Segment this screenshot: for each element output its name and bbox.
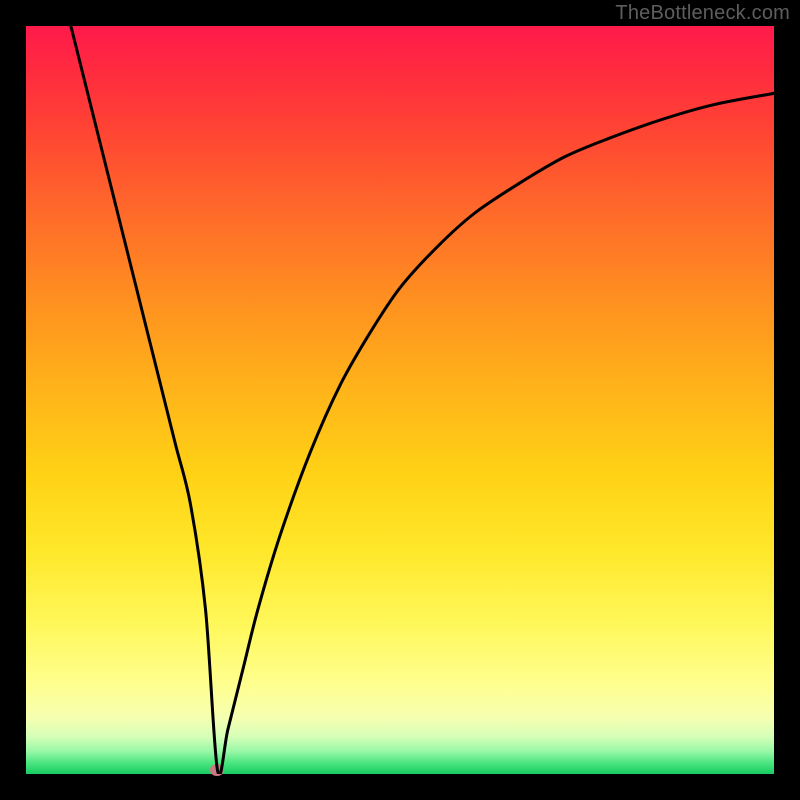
plot-area	[26, 26, 774, 774]
bottleneck-curve	[71, 26, 774, 774]
curve-svg	[26, 26, 774, 774]
chart-frame: TheBottleneck.com	[0, 0, 800, 800]
watermark-text: TheBottleneck.com	[615, 2, 790, 25]
